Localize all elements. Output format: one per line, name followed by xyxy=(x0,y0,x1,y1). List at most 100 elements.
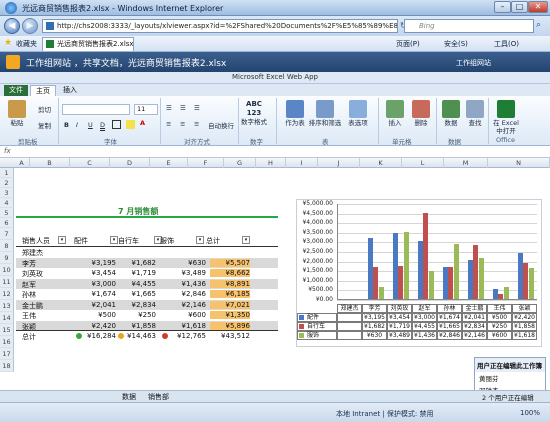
row-header[interactable]: 6 xyxy=(0,218,14,228)
bar[interactable] xyxy=(403,232,409,299)
data-button[interactable]: 数据 xyxy=(438,100,464,127)
zoom-level[interactable]: 100% xyxy=(520,409,540,417)
bar[interactable] xyxy=(417,241,423,299)
column-header[interactable]: A xyxy=(14,158,30,168)
browser-tab[interactable]: 光远商贸销售报表2.xlsx xyxy=(42,37,134,51)
delete-button[interactable]: 删除 xyxy=(408,100,434,127)
row-header[interactable]: 16 xyxy=(0,336,14,348)
maximize-button[interactable]: □ xyxy=(511,1,528,13)
row-header[interactable]: 10 xyxy=(0,264,14,276)
column-header[interactable]: F xyxy=(188,158,224,168)
sort-filter-button[interactable]: 排序和筛选 xyxy=(308,100,342,127)
column-header[interactable]: I xyxy=(286,158,318,168)
column-header[interactable]: E xyxy=(150,158,188,168)
bar[interactable] xyxy=(373,266,378,299)
address-input[interactable]: http://chs2008:3333/_layouts/xlviewer.as… xyxy=(42,19,398,33)
sheet-tab-data[interactable]: 数据 xyxy=(122,392,136,402)
search-input[interactable]: Bing xyxy=(404,19,534,33)
back-button[interactable]: ◀ xyxy=(4,18,20,34)
row-header[interactable]: 7 xyxy=(0,228,14,240)
as-table-button[interactable]: 作为表 xyxy=(282,100,308,127)
align-center-icon[interactable]: ≡ xyxy=(180,120,185,128)
bar[interactable] xyxy=(442,266,448,299)
column-header[interactable]: N xyxy=(488,158,550,168)
column-header[interactable]: G xyxy=(224,158,256,168)
bar[interactable] xyxy=(367,237,373,299)
row-header[interactable]: 18 xyxy=(0,360,14,372)
row-header[interactable]: 8 xyxy=(0,240,14,252)
bar[interactable] xyxy=(503,287,509,299)
align-right-icon[interactable]: ≡ xyxy=(194,120,199,128)
number-format-button[interactable]: ABC 123 数字格式 xyxy=(240,100,268,126)
bar[interactable] xyxy=(528,267,534,299)
bar[interactable] xyxy=(423,213,428,299)
bar[interactable] xyxy=(467,259,473,299)
row-header[interactable]: 5 xyxy=(0,208,14,218)
column-header[interactable]: B xyxy=(30,158,70,168)
forward-button[interactable]: ▶ xyxy=(22,18,38,34)
bar[interactable] xyxy=(378,286,384,299)
tools-menu[interactable]: 工具(O) xyxy=(494,39,519,49)
tab-insert[interactable]: 插入 xyxy=(58,85,82,96)
sales-chart[interactable]: ¥5,000.00 ¥4,500.00 ¥4,000.00 ¥3,500.00 ¥3,0… xyxy=(296,199,542,347)
paste-button[interactable]: 粘贴 xyxy=(4,100,30,127)
italic-button[interactable]: I xyxy=(76,121,78,129)
editors-status[interactable]: 2 个用户正在编辑 xyxy=(482,392,534,402)
align-left-icon[interactable]: ≡ xyxy=(166,120,171,128)
row-header[interactable]: 2 xyxy=(0,178,14,188)
align-top-icon[interactable]: ☰ xyxy=(166,104,172,112)
bar[interactable] xyxy=(517,252,523,299)
align-middle-icon[interactable]: ☰ xyxy=(180,104,186,112)
table-options-button[interactable]: 表选项 xyxy=(344,100,372,127)
bar[interactable] xyxy=(473,244,478,299)
column-header[interactable]: D xyxy=(110,158,150,168)
find-button[interactable]: 查找 xyxy=(462,100,488,127)
row-header[interactable]: 12 xyxy=(0,288,14,300)
bar[interactable] xyxy=(492,289,498,299)
tab-home[interactable]: 主页 xyxy=(30,85,56,96)
row-header[interactable]: 13 xyxy=(0,300,14,312)
column-header[interactable]: K xyxy=(360,158,402,168)
copy-button[interactable]: 复制 xyxy=(38,120,51,130)
row-header[interactable]: 14 xyxy=(0,312,14,324)
sheet-tab-sales[interactable]: 销售部 xyxy=(148,392,169,402)
bar[interactable] xyxy=(453,244,459,299)
filter-dropdown-icon[interactable]: ▾ xyxy=(58,236,66,244)
column-header[interactable]: L xyxy=(402,158,444,168)
column-header[interactable]: J xyxy=(318,158,360,168)
font-color-icon[interactable]: A xyxy=(140,119,145,127)
bar[interactable] xyxy=(448,267,453,299)
insert-button[interactable]: 插入 xyxy=(382,100,408,127)
star-icon[interactable]: ★ xyxy=(4,38,12,48)
tab-file[interactable]: 文件 xyxy=(4,85,28,96)
bar[interactable] xyxy=(392,232,398,299)
open-in-excel-button[interactable]: 在 Excel 中打开 xyxy=(490,100,522,135)
safety-menu[interactable]: 安全(S) xyxy=(444,39,468,49)
bar[interactable] xyxy=(398,266,403,299)
filter-dropdown-icon[interactable]: ▾ xyxy=(110,236,118,244)
bar[interactable] xyxy=(498,294,503,299)
row-header[interactable]: 3 xyxy=(0,188,14,198)
column-header[interactable]: C xyxy=(70,158,110,168)
bar[interactable] xyxy=(428,271,434,299)
row-header[interactable]: 15 xyxy=(0,324,14,336)
underline-button[interactable]: U xyxy=(88,121,93,129)
search-icon[interactable]: ⌕ xyxy=(536,20,541,30)
font-size-select[interactable]: 11 xyxy=(134,104,158,115)
bar[interactable] xyxy=(523,263,528,299)
bold-button[interactable]: B xyxy=(64,121,69,129)
favorites-label[interactable]: 收藏夹 xyxy=(16,39,37,49)
cut-button[interactable]: 剪切 xyxy=(38,104,51,114)
wrap-text-button[interactable]: 自动换行 xyxy=(208,120,234,130)
column-header[interactable]: H xyxy=(256,158,286,168)
align-bottom-icon[interactable]: ☰ xyxy=(194,104,200,112)
breadcrumb[interactable]: 工作组网站 ，共享文档，光远商贸销售报表2.xlsx xyxy=(26,56,226,69)
site-link[interactable]: 工作组网站 xyxy=(456,58,491,68)
close-button[interactable]: ✕ xyxy=(528,1,548,13)
minimize-button[interactable]: – xyxy=(494,1,511,13)
row-header[interactable]: 1 xyxy=(0,168,14,178)
row-header[interactable]: 4 xyxy=(0,198,14,208)
filter-dropdown-icon[interactable]: ▾ xyxy=(196,236,204,244)
formula-bar[interactable]: fx xyxy=(0,146,550,158)
filter-dropdown-icon[interactable]: ▾ xyxy=(242,236,250,244)
